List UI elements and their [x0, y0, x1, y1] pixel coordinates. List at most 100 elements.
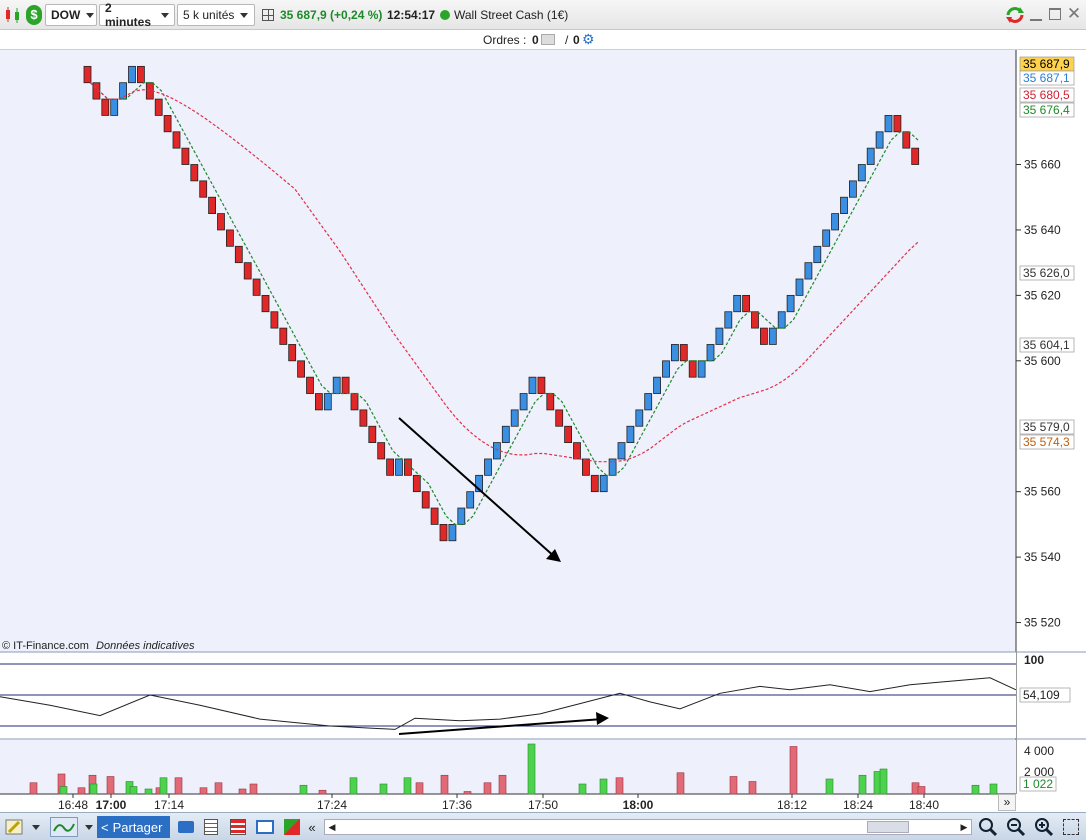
renko-brick[interactable] — [341, 376, 350, 394]
renko-brick[interactable] — [208, 196, 217, 214]
renko-brick[interactable] — [350, 393, 359, 411]
renko-brick[interactable] — [243, 262, 252, 280]
chevron-down-icon[interactable] — [83, 817, 95, 837]
renko-brick[interactable] — [288, 344, 297, 362]
dollar-icon[interactable]: $ — [26, 5, 42, 25]
renko-brick[interactable] — [430, 507, 439, 525]
renko-brick[interactable] — [715, 327, 724, 345]
renko-brick[interactable] — [448, 524, 457, 542]
renko-brick[interactable] — [439, 524, 448, 542]
renko-brick[interactable] — [840, 196, 848, 214]
renko-brick[interactable] — [697, 360, 706, 378]
renko-brick[interactable] — [662, 360, 670, 378]
renko-brick[interactable] — [386, 458, 395, 476]
chart-tools-icon[interactable] — [281, 817, 303, 837]
zoom-out-icon[interactable] — [1005, 817, 1027, 837]
renko-brick[interactable] — [368, 425, 377, 444]
renko-brick[interactable] — [688, 360, 697, 378]
renko-brick[interactable] — [163, 115, 172, 133]
renko-brick[interactable] — [795, 278, 804, 296]
renko-brick[interactable] — [297, 360, 306, 378]
horizontal-scrollbar[interactable]: ◀ ▶ — [324, 819, 972, 835]
list-icon[interactable] — [200, 817, 222, 837]
renko-brick[interactable] — [190, 164, 199, 182]
renko-brick[interactable] — [768, 327, 777, 345]
renko-brick[interactable] — [626, 425, 635, 444]
indicator-icon[interactable] — [50, 817, 78, 837]
close-icon[interactable]: ✕ — [1066, 4, 1082, 24]
renko-brick[interactable] — [119, 82, 127, 100]
window-icon[interactable] — [254, 817, 276, 837]
pencil-icon[interactable] — [3, 817, 25, 837]
renko-brick[interactable] — [314, 393, 323, 411]
renko-brick[interactable] — [510, 409, 519, 427]
renko-brick[interactable] — [528, 376, 537, 394]
zoom-in-icon[interactable] — [1033, 817, 1055, 837]
renko-brick[interactable] — [306, 376, 314, 394]
zoom-fit-icon[interactable] — [977, 817, 999, 837]
renko-brick[interactable] — [225, 229, 234, 247]
renko-brick[interactable] — [902, 131, 911, 149]
renko-brick[interactable] — [323, 393, 332, 411]
renko-brick[interactable] — [83, 65, 92, 84]
renko-brick[interactable] — [786, 294, 795, 313]
renko-brick[interactable] — [706, 344, 715, 362]
layout-icon[interactable] — [1060, 817, 1082, 837]
renko-brick[interactable] — [101, 98, 110, 116]
renko-brick[interactable] — [911, 147, 920, 165]
renko-brick[interactable] — [199, 180, 208, 198]
grid-icon[interactable] — [262, 9, 274, 21]
renko-brick[interactable] — [849, 180, 857, 198]
renko-brick[interactable] — [857, 164, 866, 182]
renko-brick[interactable] — [751, 311, 759, 329]
renko-brick[interactable] — [395, 458, 403, 476]
renko-brick[interactable] — [501, 425, 510, 444]
renko-brick[interactable] — [733, 294, 742, 313]
renko-brick[interactable] — [582, 458, 590, 476]
renko-brick[interactable] — [564, 425, 572, 444]
scroll-right-button[interactable]: » — [998, 794, 1016, 811]
renko-brick[interactable] — [234, 245, 243, 264]
renko-brick[interactable] — [742, 294, 750, 313]
scroll-left-button[interactable]: ◀ — [325, 820, 339, 834]
renko-brick[interactable] — [573, 442, 581, 460]
renko-brick[interactable] — [457, 507, 466, 525]
timeframe-select[interactable]: 2 minutes — [99, 1, 175, 29]
maximize-icon[interactable] — [1049, 8, 1061, 20]
orders-icon[interactable] — [227, 817, 249, 837]
renko-brick[interactable] — [466, 491, 475, 509]
renko-brick[interactable] — [252, 278, 261, 296]
chat-icon[interactable] — [175, 817, 197, 837]
renko-brick[interactable] — [590, 474, 599, 493]
units-select[interactable]: 5 k unités — [177, 4, 255, 26]
renko-brick[interactable] — [154, 98, 163, 116]
share-button[interactable]: < Partager — [97, 816, 170, 838]
renko-brick[interactable] — [893, 115, 902, 133]
renko-brick[interactable] — [777, 311, 786, 329]
orders-mail-icon[interactable] — [541, 34, 555, 45]
renko-brick[interactable] — [421, 491, 430, 509]
scroll-thumb[interactable] — [867, 821, 909, 833]
renko-brick[interactable] — [635, 409, 644, 427]
renko-brick[interactable] — [671, 344, 679, 362]
renko-brick[interactable] — [279, 327, 288, 345]
renko-brick[interactable] — [110, 98, 119, 116]
renko-brick[interactable] — [537, 376, 546, 394]
renko-brick[interactable] — [217, 213, 225, 231]
renko-brick[interactable] — [128, 65, 136, 84]
renko-brick[interactable] — [136, 65, 145, 84]
candles-icon[interactable] — [4, 6, 22, 24]
instrument-select[interactable]: DOW — [45, 4, 97, 26]
renko-brick[interactable] — [555, 409, 564, 427]
renko-brick[interactable] — [492, 442, 501, 460]
renko-brick[interactable] — [270, 311, 279, 329]
renko-brick[interactable] — [403, 458, 412, 476]
renko-brick[interactable] — [653, 376, 661, 394]
renko-brick[interactable] — [519, 393, 528, 411]
renko-brick[interactable] — [804, 262, 813, 280]
renko-brick[interactable] — [724, 311, 733, 329]
renko-brick[interactable] — [884, 115, 893, 133]
renko-brick[interactable] — [644, 393, 653, 411]
scroll-left-double-icon[interactable]: « — [305, 817, 319, 837]
renko-brick[interactable] — [875, 131, 884, 149]
